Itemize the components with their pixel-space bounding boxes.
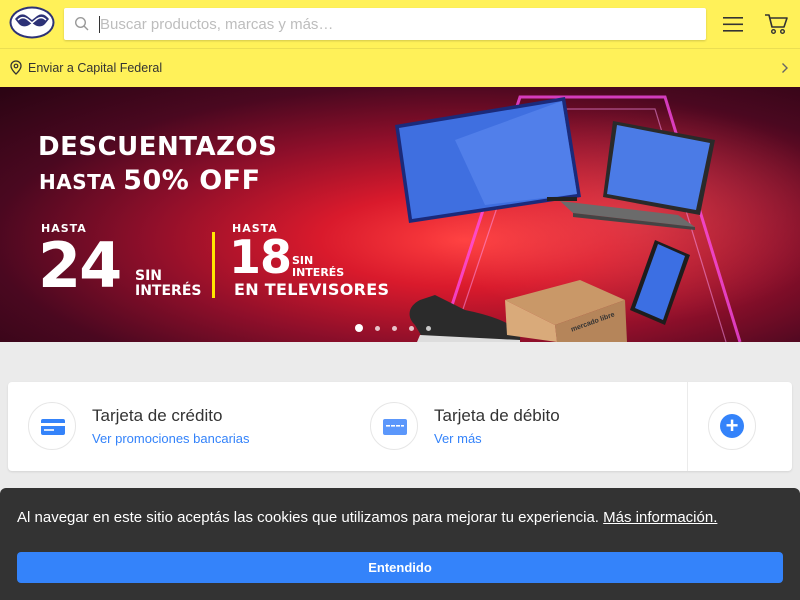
more-payments-button[interactable]: +: [708, 402, 756, 450]
debit-card-icon-wrapper: [370, 402, 418, 450]
text-caret: [99, 16, 100, 33]
offer1-number: 24: [38, 229, 122, 302]
payment-credit-link[interactable]: Ver promociones bancarias: [92, 431, 250, 446]
location-pin-icon: [10, 60, 22, 75]
search-icon: [74, 16, 89, 31]
offer2-line2: INTERÉS: [292, 266, 345, 279]
payment-item-credit[interactable]: Tarjeta de crédito Ver promociones banca…: [8, 382, 348, 471]
location-text: Enviar a Capital Federal: [28, 61, 163, 75]
carousel-dot-4[interactable]: [409, 325, 414, 331]
mercadolibre-logo-icon[interactable]: [9, 6, 55, 39]
cookie-message-text: Al navegar en este sitio aceptás las coo…: [17, 509, 599, 526]
banner-title: DESCUENTAZOS: [38, 132, 278, 162]
offer1-line2: INTERÉS: [135, 283, 202, 299]
cookie-accept-button[interactable]: Entendido: [17, 552, 783, 583]
header: Enviar a Capital Federal: [0, 0, 800, 87]
payment-credit-title: Tarjeta de crédito: [92, 406, 223, 425]
banner-subtitle: HASTA 50% OFF: [39, 165, 261, 196]
products-illustration: [395, 97, 715, 342]
cart-icon[interactable]: [764, 13, 789, 35]
payment-divider: [687, 382, 688, 471]
search-input[interactable]: [98, 8, 698, 40]
location-bar[interactable]: Enviar a Capital Federal: [0, 49, 800, 87]
offer2-number: 18: [229, 230, 292, 284]
carousel-dot-5[interactable]: [426, 325, 431, 331]
payment-methods-card: Tarjeta de crédito Ver promociones banca…: [8, 382, 792, 471]
banner-subtitle-prefix: HASTA: [39, 170, 116, 194]
plus-icon: +: [720, 414, 744, 438]
carousel-dots: [355, 323, 431, 333]
hamburger-menu-icon[interactable]: [722, 14, 744, 34]
offer-divider: [212, 232, 215, 298]
promo-banner[interactable]: mercado libre DESCUENTAZOS HASTA 50% OFF…: [0, 87, 800, 342]
banner-subtitle-highlight: 50% OFF: [123, 165, 261, 196]
credit-card-icon-wrapper: [28, 402, 76, 450]
cookie-message: Al navegar en este sitio aceptás las coo…: [17, 509, 717, 526]
chevron-right-icon: [782, 63, 788, 73]
search-bar: [64, 8, 706, 40]
payment-debit-title: Tarjeta de débito: [434, 406, 560, 425]
cookie-banner: Al navegar en este sitio aceptás las coo…: [0, 488, 800, 600]
payment-item-debit[interactable]: Tarjeta de débito Ver más: [350, 382, 686, 471]
credit-card-icon: [41, 419, 65, 435]
carousel-dot-3[interactable]: [392, 325, 397, 331]
offer2-category: EN TELEVISORES: [234, 280, 390, 299]
carousel-dot-2[interactable]: [375, 325, 380, 331]
cookie-more-info-link[interactable]: Más información.: [603, 509, 717, 526]
payment-debit-link[interactable]: Ver más: [434, 431, 482, 446]
offer1-line1: SIN: [135, 268, 163, 284]
debit-card-icon: [383, 419, 407, 435]
carousel-dot-1[interactable]: [355, 324, 363, 332]
